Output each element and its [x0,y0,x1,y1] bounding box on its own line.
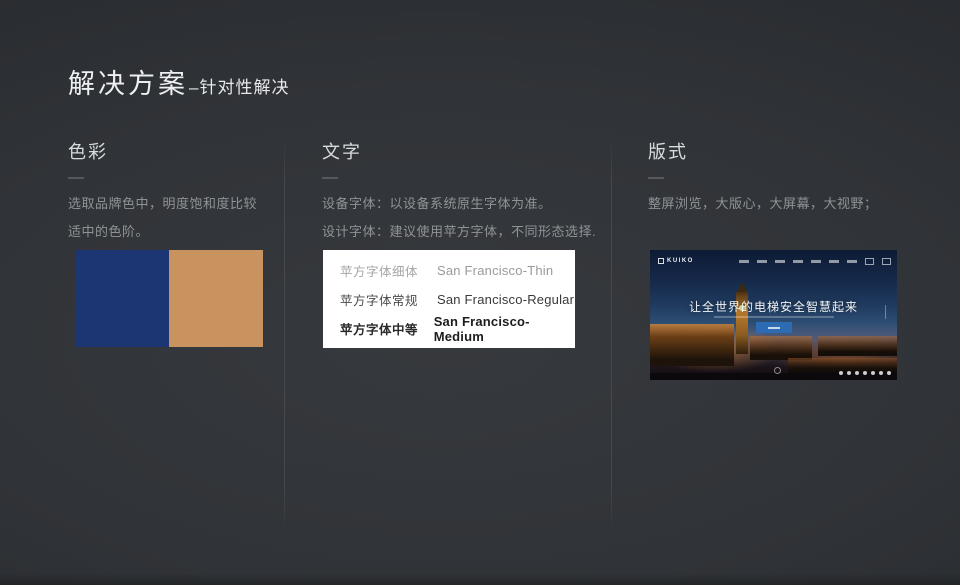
font-name-cn: 苹方字体中等 [340,319,434,338]
nav-item [775,260,785,263]
section-color: 色彩 选取品牌色中，明度饱和度比较适中的色阶。 [68,138,283,246]
social-icon [847,371,851,375]
swatch-brand-blue [75,250,169,347]
social-icon [855,371,859,375]
column-divider [284,136,285,532]
social-icon [879,371,883,375]
body-line: 整屏浏览，大版心，大屏幕，大视野； [648,196,878,211]
buildings-silhouette [818,336,897,356]
social-icon [887,371,891,375]
bottom-shadow-strip [0,573,960,585]
section-layout-heading: 版式 [648,138,910,164]
website-logo: KUIKO [667,258,694,264]
font-specimen-row-thin: 苹方字体细体 San Francisco-Thin [340,256,575,285]
font-name-cn: 苹方字体常规 [340,290,437,309]
section-layout: 版式 整屏浏览，大版心，大屏幕，大视野； [648,138,910,218]
font-specimen-row-medium: 苹方字体中等 San Francisco-Medium [340,314,575,343]
font-specimen-card: 苹方字体细体 San Francisco-Thin 苹方字体常规 San Fra… [323,250,575,348]
preview-cta-button [756,322,792,333]
preview-navbar: KUIKO [658,255,891,267]
body-line: 设备字体：以设备系统原生字体为准。 [322,196,552,211]
section-layout-body: 整屏浏览，大版心，大屏幕，大视野； [648,190,910,218]
body-line: 设计字体：建议使用苹方字体，不同形态选择. [322,224,596,239]
social-icon [839,371,843,375]
preview-subtext-line [714,316,834,318]
column-divider [611,136,612,532]
color-swatches [75,250,263,347]
social-icon [871,371,875,375]
nav-item [829,260,839,263]
search-icon [865,258,874,265]
section-typography: 文字 设备字体：以设备系统原生字体为准。设计字体：建议使用苹方字体，不同形态选择… [322,138,604,246]
section-color-heading: 色彩 [68,138,283,164]
preview-headline: 让全世界的电梯安全智慧起来 [650,298,897,315]
body-line: 适中的色阶。 [68,224,149,239]
font-name-en: San Francisco-Thin [437,263,553,278]
language-icon [882,258,891,265]
heading-underline [648,177,664,179]
heading-underline [322,177,338,179]
font-name-en: San Francisco-Regular [437,292,574,307]
website-preview-image: KUIKO 让全世界的电梯安全智慧起来 [650,250,897,380]
section-color-body: 选取品牌色中，明度饱和度比较适中的色阶。 [68,190,283,246]
social-icon [863,371,867,375]
logo-icon [658,258,664,264]
social-icons-row [839,371,891,375]
presentation-slide: 解决方案 –针对性解决 色彩 选取品牌色中，明度饱和度比较适中的色阶。 文字 设… [0,0,960,585]
section-typography-body: 设备字体：以设备系统原生字体为准。设计字体：建议使用苹方字体，不同形态选择. [322,190,604,246]
buildings-silhouette [750,336,812,360]
font-name-en: San Francisco-Medium [434,314,575,344]
page-subtitle: –针对性解决 [189,73,289,98]
buildings-silhouette [650,324,734,366]
nav-item [793,260,803,263]
nav-item [811,260,821,263]
nav-item [739,260,749,263]
nav-item [757,260,767,263]
heading-underline [68,177,84,179]
page-indicator [885,305,886,319]
scroll-indicator-icon [774,367,781,374]
button-label-placeholder [768,327,780,329]
preview-nav-menu [739,258,891,265]
body-line: 选取品牌色中，明度饱和度比较 [68,196,257,211]
nav-item [847,260,857,263]
font-name-cn: 苹方字体细体 [340,261,437,280]
slide-title-row: 解决方案 –针对性解决 [68,62,289,101]
swatch-brand-orange [169,250,263,347]
page-title: 解决方案 [68,62,188,101]
font-specimen-row-regular: 苹方字体常规 San Francisco-Regular [340,285,575,314]
section-typography-heading: 文字 [322,138,604,164]
